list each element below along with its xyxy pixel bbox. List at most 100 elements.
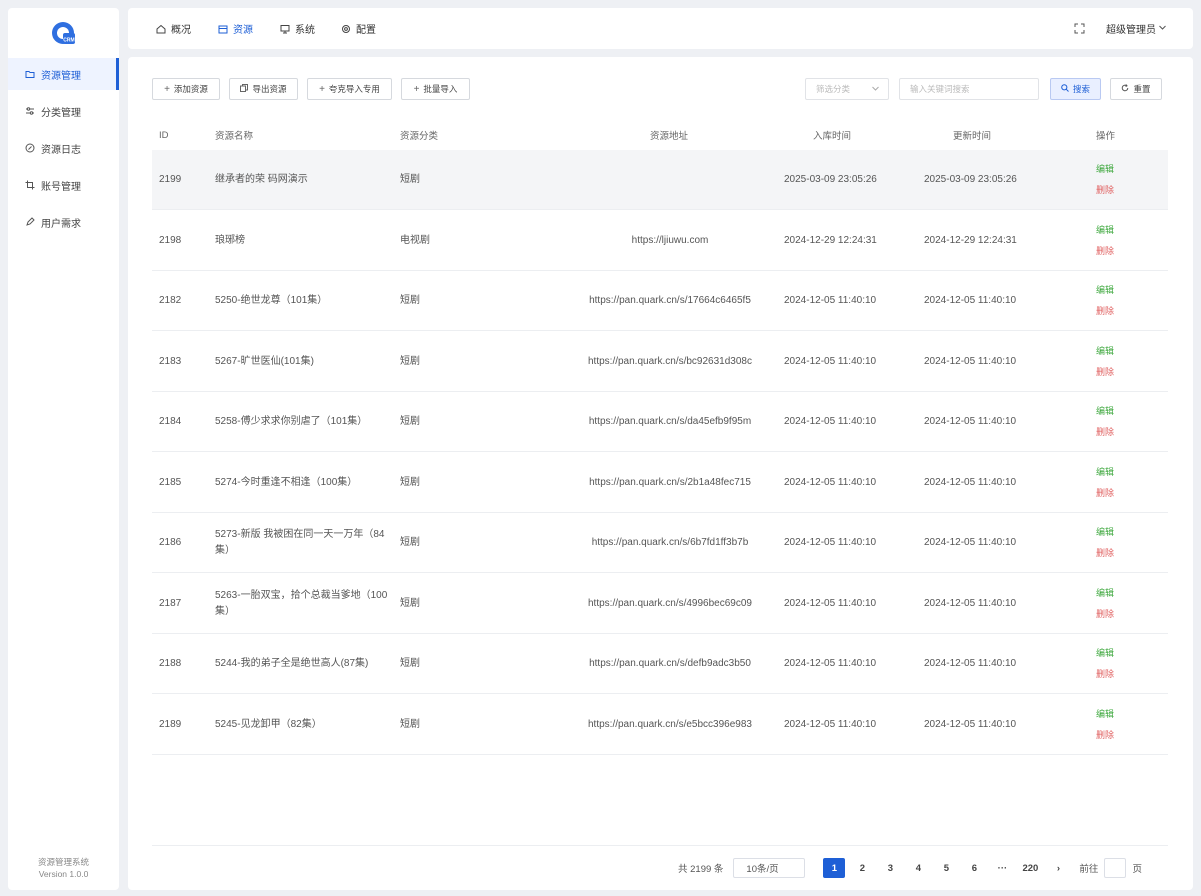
- tab-resources[interactable]: 资源: [218, 8, 253, 49]
- cell-url: https://pan.quark.cn/s/defb9adc3b50: [589, 658, 751, 669]
- delete-link[interactable]: 删除: [1096, 483, 1114, 504]
- plus-icon: +: [319, 83, 325, 95]
- page-button[interactable]: 2: [851, 858, 873, 878]
- cell-url: https://pan.quark.cn/s/6b7fd1ff3b7b: [591, 537, 749, 548]
- column-header-url[interactable]: 资源地址: [650, 120, 688, 150]
- category-filter-select[interactable]: 筛选分类: [805, 78, 889, 100]
- edit-link[interactable]: 编辑: [1096, 220, 1114, 241]
- edit-link[interactable]: 编辑: [1096, 522, 1114, 543]
- page-button[interactable]: 5: [935, 858, 957, 878]
- column-header-name[interactable]: 资源名称: [215, 120, 253, 150]
- button-label: 导出资源: [252, 84, 287, 94]
- edit-link[interactable]: 编辑: [1096, 341, 1114, 362]
- cell-category: 短剧: [400, 355, 420, 367]
- delete-link[interactable]: 删除: [1096, 241, 1114, 262]
- column-header-category[interactable]: 资源分类: [400, 120, 438, 150]
- delete-link[interactable]: 删除: [1096, 543, 1114, 564]
- page-button[interactable]: 6: [963, 858, 985, 878]
- cell-id: 2186: [159, 537, 182, 548]
- tab-overview[interactable]: 概况: [156, 8, 191, 49]
- table-row: 2188 5244-我的弟子全是绝世高人(87集) 短剧 https://pan.qu…: [152, 634, 1168, 694]
- cell-category: 短剧: [400, 174, 420, 185]
- goto-page-input[interactable]: [1104, 858, 1127, 878]
- cell-name: 5244-我的弟子全是绝世高人(87集): [215, 658, 369, 669]
- sidebar-item-categories[interactable]: 分类管理: [8, 95, 119, 127]
- reset-button[interactable]: 重置: [1110, 78, 1162, 100]
- cell-updated: 2024-12-05 11:40:10: [924, 295, 1017, 306]
- pagination: 共 2199 条 10条/页 1 2 3 4 5 6 ··· 220 › 前往 …: [678, 858, 1142, 878]
- column-header-created[interactable]: 入库时间: [813, 120, 851, 150]
- gear-icon: [341, 24, 351, 34]
- cell-created: 2024-12-05 11:40:10: [784, 295, 877, 306]
- delete-link[interactable]: 删除: [1096, 664, 1114, 685]
- column-header-id[interactable]: ID: [159, 120, 169, 150]
- sidebar-item-logs[interactable]: 资源日志: [8, 132, 119, 164]
- edit-link[interactable]: 编辑: [1096, 159, 1114, 180]
- cell-url: https://pan.quark.cn/s/e5bcc396e983: [587, 718, 752, 730]
- button-label: 夸克导入专用: [328, 84, 380, 94]
- delete-link[interactable]: 删除: [1096, 725, 1114, 746]
- edit-link[interactable]: 编辑: [1096, 583, 1114, 604]
- table-row: 2186 5273-新版 我被困在同一天一万年（84集） 短剧 https://pan…: [152, 513, 1168, 573]
- edit-link[interactable]: 编辑: [1096, 462, 1114, 483]
- monitor-icon: [280, 24, 290, 34]
- tab-config[interactable]: 配置: [341, 8, 376, 49]
- cell-created: 2024-12-29 12:24:31: [784, 234, 877, 246]
- page-button[interactable]: 1: [823, 858, 846, 878]
- edit-link[interactable]: 编辑: [1096, 280, 1114, 301]
- cell-ops: 编辑 删除: [1096, 513, 1136, 573]
- page-button[interactable]: 3: [879, 858, 901, 878]
- cell-id: 2199: [159, 174, 182, 185]
- cell-url: https://pan.quark.cn/s/da45efb9f95m: [588, 416, 752, 427]
- cell-id: 2185: [159, 476, 182, 488]
- cell-ops: 编辑 删除: [1096, 574, 1136, 634]
- pencil-icon: [25, 217, 35, 227]
- goto-suffix: 页: [1132, 864, 1142, 875]
- sidebar-item-requests[interactable]: 用户需求: [8, 206, 119, 238]
- cell-created: 2025-03-09 23:05:26: [784, 174, 877, 185]
- tab-label: 系统: [295, 25, 315, 36]
- version-label: Version 1.0.0: [38, 869, 89, 879]
- batch-import-button[interactable]: + 批量导入: [401, 78, 470, 100]
- edit-link[interactable]: 编辑: [1096, 401, 1114, 422]
- delete-link[interactable]: 删除: [1096, 180, 1114, 201]
- sidebar-item-label: 账号管理: [41, 181, 81, 193]
- chevron-down-icon: [871, 84, 880, 95]
- topbar: 概况 资源 系统 配置 超级管理员: [128, 8, 1193, 49]
- fullscreen-icon[interactable]: [1074, 23, 1085, 34]
- delete-link[interactable]: 删除: [1096, 301, 1114, 322]
- quark-import-button[interactable]: + 夸克导入专用: [307, 78, 392, 100]
- sidebar-item-label: 用户需求: [41, 218, 81, 230]
- next-page-button[interactable]: ›: [1047, 858, 1069, 878]
- table-row: 2198 琅琊榜 电视剧 https://ljiuwu.com 2024-12-29 1…: [152, 211, 1168, 271]
- add-resource-button[interactable]: + 添加资源: [152, 78, 220, 100]
- edit-link[interactable]: 编辑: [1096, 643, 1114, 664]
- cell-category: 短剧: [400, 537, 420, 548]
- cell-id: 2184: [159, 416, 182, 427]
- compass-icon: [25, 143, 35, 153]
- cell-id: 2189: [159, 718, 182, 730]
- delete-link[interactable]: 删除: [1096, 362, 1114, 383]
- search-button[interactable]: 搜索: [1050, 78, 1101, 100]
- cell-updated: 2024-12-05 11:40:10: [924, 597, 1017, 609]
- sidebar-item-resources[interactable]: 资源管理: [8, 58, 119, 90]
- tab-system[interactable]: 系统: [280, 8, 315, 49]
- cell-updated: 2024-12-05 11:40:10: [924, 718, 1017, 730]
- delete-link[interactable]: 删除: [1096, 604, 1114, 625]
- page-button[interactable]: 4: [907, 858, 929, 878]
- page-button[interactable]: 220: [1019, 858, 1041, 878]
- sidebar-item-accounts[interactable]: 账号管理: [8, 169, 119, 201]
- keyword-search-input[interactable]: [899, 78, 1039, 100]
- delete-link[interactable]: 删除: [1096, 422, 1114, 443]
- tab-label: 概况: [171, 25, 191, 36]
- page-ellipsis[interactable]: ···: [991, 858, 1013, 878]
- edit-link[interactable]: 编辑: [1096, 704, 1114, 725]
- column-header-updated[interactable]: 更新时间: [953, 120, 991, 150]
- page-size-select[interactable]: 10条/页: [733, 858, 806, 878]
- sidebar-footer: 资源管理系统 Version 1.0.0: [8, 856, 119, 880]
- user-menu[interactable]: 超级管理员: [1106, 8, 1167, 49]
- export-resource-button[interactable]: 导出资源: [229, 78, 298, 100]
- sidebar-item-label: 分类管理: [41, 107, 81, 119]
- folder-icon: [25, 69, 35, 79]
- tab-label: 配置: [356, 25, 376, 36]
